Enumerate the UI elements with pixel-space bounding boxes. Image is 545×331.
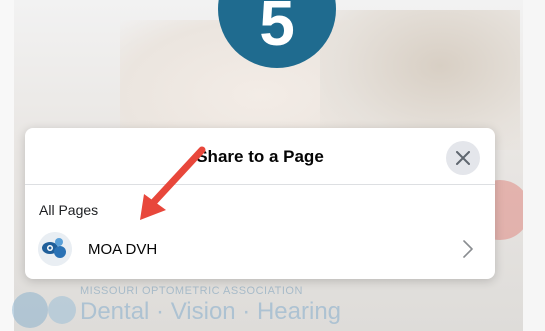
page-list-item[interactable]: MOA DVH — [25, 228, 495, 270]
background-logo-eye-icon — [12, 292, 48, 328]
close-button[interactable] — [446, 141, 480, 175]
background-brand: Dental · Vision · Hearing — [80, 298, 342, 325]
close-icon — [456, 151, 470, 165]
left-edge — [0, 0, 14, 331]
dialog-title: Share to a Page — [196, 147, 324, 166]
page-name: MOA DVH — [88, 241, 158, 258]
background-logo-ear-icon — [48, 296, 76, 324]
annotation-arrow-icon — [140, 146, 206, 220]
all-pages-label: All Pages — [39, 202, 99, 218]
share-to-page-dialog: Share to a Page All Pages MOA DVH — [25, 128, 495, 279]
right-edge — [523, 0, 545, 331]
chevron-right-icon — [463, 240, 473, 258]
dialog-header: Share to a Page — [25, 128, 495, 185]
background-org-name: MISSOURI OPTOMETRIC ASSOCIATION — [80, 285, 303, 297]
page-avatar — [38, 232, 72, 266]
